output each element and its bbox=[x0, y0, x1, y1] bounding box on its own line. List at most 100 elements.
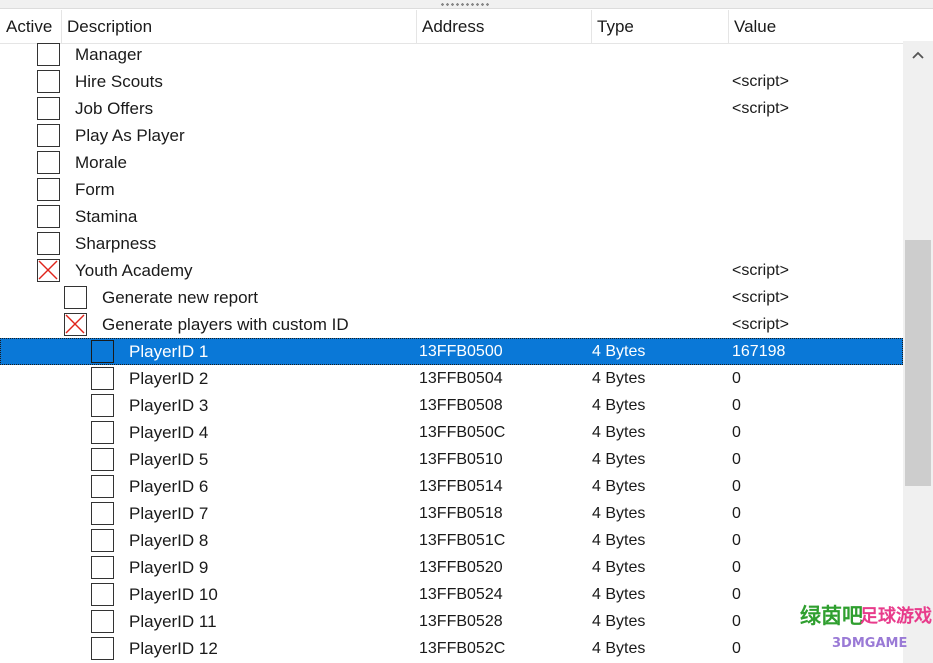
active-checkbox[interactable] bbox=[91, 475, 114, 498]
row-description: Form bbox=[75, 180, 115, 199]
table-row[interactable]: Generate new report <script> bbox=[0, 284, 903, 311]
row-value: 0 bbox=[732, 586, 741, 603]
table-row[interactable]: PlayerID 9 13FFB0520 4 Bytes 0 bbox=[0, 554, 903, 581]
active-checkbox[interactable] bbox=[64, 286, 87, 309]
row-value: <script> bbox=[732, 316, 789, 333]
top-splitter[interactable] bbox=[0, 0, 933, 9]
active-checkbox[interactable] bbox=[91, 637, 114, 660]
row-address: 13FFB0508 bbox=[419, 397, 503, 414]
active-checkbox[interactable] bbox=[37, 151, 60, 174]
active-checkbox[interactable] bbox=[91, 556, 114, 579]
table-row[interactable]: Stamina bbox=[0, 203, 903, 230]
table-row[interactable]: Youth Academy <script> bbox=[0, 257, 903, 284]
table-row[interactable]: Morale bbox=[0, 149, 903, 176]
table-row[interactable]: PlayerID 3 13FFB0508 4 Bytes 0 bbox=[0, 392, 903, 419]
active-checkbox[interactable] bbox=[91, 421, 114, 444]
row-type: 4 Bytes bbox=[592, 451, 646, 468]
table-row[interactable]: PlayerID 10 13FFB0524 4 Bytes 0 bbox=[0, 581, 903, 608]
table-row[interactable]: PlayerID 12 13FFB052C 4 Bytes 0 bbox=[0, 635, 903, 662]
active-checkbox[interactable] bbox=[91, 367, 114, 390]
row-description: PlayerID 1 bbox=[129, 342, 209, 361]
active-checkbox[interactable] bbox=[91, 340, 114, 363]
active-checkbox[interactable] bbox=[91, 583, 114, 606]
row-address: 13FFB0514 bbox=[419, 478, 503, 495]
active-checkbox[interactable] bbox=[91, 529, 114, 552]
row-type: 4 Bytes bbox=[592, 613, 646, 630]
header-value[interactable]: Value bbox=[728, 10, 933, 44]
x-mark-icon bbox=[65, 314, 85, 334]
splitter-grip-icon[interactable] bbox=[440, 3, 490, 6]
table-row[interactable]: Job Offers <script> bbox=[0, 95, 903, 122]
row-value: 0 bbox=[732, 640, 741, 657]
table-row[interactable]: PlayerID 11 13FFB0528 4 Bytes 0 bbox=[0, 608, 903, 635]
active-checkbox[interactable] bbox=[91, 610, 114, 633]
row-type: 4 Bytes bbox=[592, 370, 646, 387]
row-description: Generate new report bbox=[102, 288, 258, 307]
header-address[interactable]: Address bbox=[416, 10, 592, 44]
scroll-thumb[interactable] bbox=[905, 240, 931, 486]
active-checkbox[interactable] bbox=[37, 124, 60, 147]
row-address: 13FFB052C bbox=[419, 640, 506, 657]
table-row[interactable]: Sharpness bbox=[0, 230, 903, 257]
row-value: <script> bbox=[732, 73, 789, 90]
row-value: 0 bbox=[732, 532, 741, 549]
active-checkbox[interactable] bbox=[91, 502, 114, 525]
row-type: 4 Bytes bbox=[592, 559, 646, 576]
row-address: 13FFB0510 bbox=[419, 451, 503, 468]
row-value: 167198 bbox=[732, 343, 786, 360]
active-checkbox[interactable] bbox=[37, 97, 60, 120]
row-description: PlayerID 11 bbox=[129, 612, 217, 631]
row-value: 0 bbox=[732, 478, 741, 495]
table-row[interactable]: Form bbox=[0, 176, 903, 203]
active-checkbox[interactable] bbox=[37, 70, 60, 93]
table-row[interactable]: Play As Player bbox=[0, 122, 903, 149]
row-value: <script> bbox=[732, 262, 789, 279]
row-value: 0 bbox=[732, 451, 741, 468]
table-row[interactable]: Manager bbox=[0, 41, 903, 68]
table-row[interactable]: PlayerID 7 13FFB0518 4 Bytes 0 bbox=[0, 500, 903, 527]
active-checkbox[interactable] bbox=[91, 394, 114, 417]
row-value: 0 bbox=[732, 370, 741, 387]
table-row[interactable]: PlayerID 6 13FFB0514 4 Bytes 0 bbox=[0, 473, 903, 500]
table-row[interactable]: PlayerID 2 13FFB0504 4 Bytes 0 bbox=[0, 365, 903, 392]
table-row[interactable]: Hire Scouts <script> bbox=[0, 68, 903, 95]
row-address: 13FFB0520 bbox=[419, 559, 503, 576]
active-checkbox[interactable] bbox=[37, 43, 60, 66]
active-checkbox-checked[interactable] bbox=[64, 313, 87, 336]
row-description: Generate players with custom ID bbox=[102, 315, 349, 334]
row-value: 0 bbox=[732, 613, 741, 630]
row-value: <script> bbox=[732, 289, 789, 306]
row-address: 13FFB051C bbox=[419, 532, 506, 549]
row-description: Stamina bbox=[75, 207, 138, 226]
active-checkbox[interactable] bbox=[91, 448, 114, 471]
row-description: Youth Academy bbox=[75, 261, 193, 280]
row-value: 0 bbox=[732, 397, 741, 414]
row-type: 4 Bytes bbox=[592, 505, 646, 522]
row-description: PlayerID 3 bbox=[129, 396, 209, 415]
active-checkbox[interactable] bbox=[37, 178, 60, 201]
row-type: 4 Bytes bbox=[592, 640, 646, 657]
row-type: 4 Bytes bbox=[592, 478, 646, 495]
active-checkbox[interactable] bbox=[37, 205, 60, 228]
row-description: PlayerID 10 bbox=[129, 585, 218, 604]
active-checkbox-checked[interactable] bbox=[37, 259, 60, 282]
chevron-up-icon bbox=[912, 51, 924, 59]
header-active[interactable]: Active bbox=[0, 10, 62, 44]
scroll-up-button[interactable] bbox=[903, 41, 933, 71]
table-row[interactable]: PlayerID 8 13FFB051C 4 Bytes 0 bbox=[0, 527, 903, 554]
table-row[interactable]: PlayerID 5 13FFB0510 4 Bytes 0 bbox=[0, 446, 903, 473]
row-type: 4 Bytes bbox=[592, 397, 646, 414]
header-description[interactable]: Description bbox=[61, 10, 417, 44]
table-row[interactable]: PlayerID 4 13FFB050C 4 Bytes 0 bbox=[0, 419, 903, 446]
row-type: 4 Bytes bbox=[592, 532, 646, 549]
row-value: 0 bbox=[732, 559, 741, 576]
row-address: 13FFB0518 bbox=[419, 505, 503, 522]
row-description: Sharpness bbox=[75, 234, 157, 253]
header-type[interactable]: Type bbox=[591, 10, 729, 44]
active-checkbox[interactable] bbox=[37, 232, 60, 255]
column-header: Active Description Address Type Value bbox=[0, 10, 933, 44]
row-description: PlayerID 9 bbox=[129, 558, 209, 577]
vertical-scrollbar[interactable] bbox=[903, 41, 933, 663]
table-row[interactable]: PlayerID 1 13FFB0500 4 Bytes 167198 bbox=[0, 338, 903, 365]
table-row[interactable]: Generate players with custom ID <script> bbox=[0, 311, 903, 338]
